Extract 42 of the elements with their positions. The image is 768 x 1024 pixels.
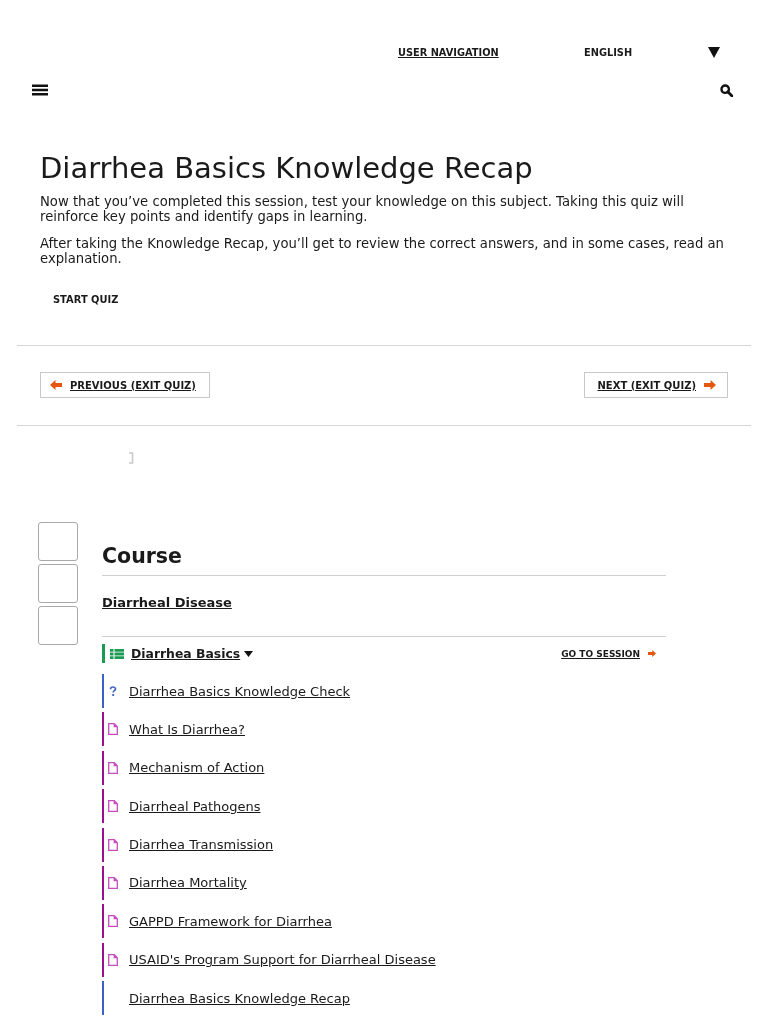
lesson-link[interactable]: What Is Diarrhea? xyxy=(129,721,245,737)
lesson-link[interactable]: Mechanism of Action xyxy=(129,760,265,776)
language-select[interactable]: ENGLISH xyxy=(584,42,720,62)
caret-down-icon xyxy=(708,46,720,58)
document-icon xyxy=(108,723,118,736)
session-toggle[interactable]: Diarrhea Basics xyxy=(131,646,254,661)
course-heading: Course xyxy=(102,542,666,576)
intro-paragraph: After taking the Knowledge Recap, you’ll get to review the correct answers, and in some cases, read an explanation. xyxy=(40,236,725,266)
menu-icon xyxy=(32,84,48,96)
document-icon xyxy=(108,876,118,889)
menu-button[interactable] xyxy=(32,84,48,96)
document-icon xyxy=(108,915,118,928)
course-link[interactable]: Diarrheal Disease xyxy=(102,594,232,612)
intro-paragraph: Now that you’ve completed this session, test your knowledge on this subject. Taking this quiz will reinforce key points and identify gaps in learning. xyxy=(40,194,685,224)
bracket-icon xyxy=(128,452,134,464)
question-icon xyxy=(108,686,118,696)
document-icon xyxy=(108,838,118,851)
lesson-link[interactable]: Diarrhea Basics Knowledge Check xyxy=(129,683,351,699)
blank-button[interactable] xyxy=(38,606,78,645)
document-icon xyxy=(108,761,118,774)
lesson-link[interactable]: Diarrhea Basics Knowledge Recap xyxy=(129,990,350,1006)
lesson-link[interactable]: Diarrhea Transmission xyxy=(129,837,274,853)
arrow-left-icon xyxy=(50,380,62,390)
search-button[interactable] xyxy=(720,83,733,97)
start-quiz-button[interactable]: START QUIZ xyxy=(40,285,132,315)
go-to-session-link[interactable]: GO TO SESSION xyxy=(561,648,656,659)
user-navigation-link[interactable]: USER NAVIGATION xyxy=(398,46,499,58)
lesson-link[interactable]: USAID's Program Support for Diarrheal Disease xyxy=(129,952,436,968)
document-icon xyxy=(108,953,118,966)
next-button[interactable]: NEXT (EXIT QUIZ) xyxy=(584,372,728,398)
page-title: Diarrhea Basics Knowledge Recap xyxy=(40,150,534,186)
blank-button[interactable] xyxy=(38,564,78,603)
document-icon xyxy=(108,800,118,813)
lesson-link[interactable]: GAPPD Framework for Diarrhea xyxy=(129,913,332,929)
arrow-right-icon xyxy=(704,380,716,390)
search-icon xyxy=(720,83,733,97)
blank-button[interactable] xyxy=(38,522,78,561)
lesson-link[interactable]: Diarrheal Pathogens xyxy=(129,798,261,814)
arrow-right-icon xyxy=(648,650,656,657)
list-icon xyxy=(110,648,124,659)
previous-button[interactable]: PREVIOUS (EXIT QUIZ) xyxy=(40,372,210,398)
lesson-link[interactable]: Diarrhea Mortality xyxy=(129,875,247,891)
